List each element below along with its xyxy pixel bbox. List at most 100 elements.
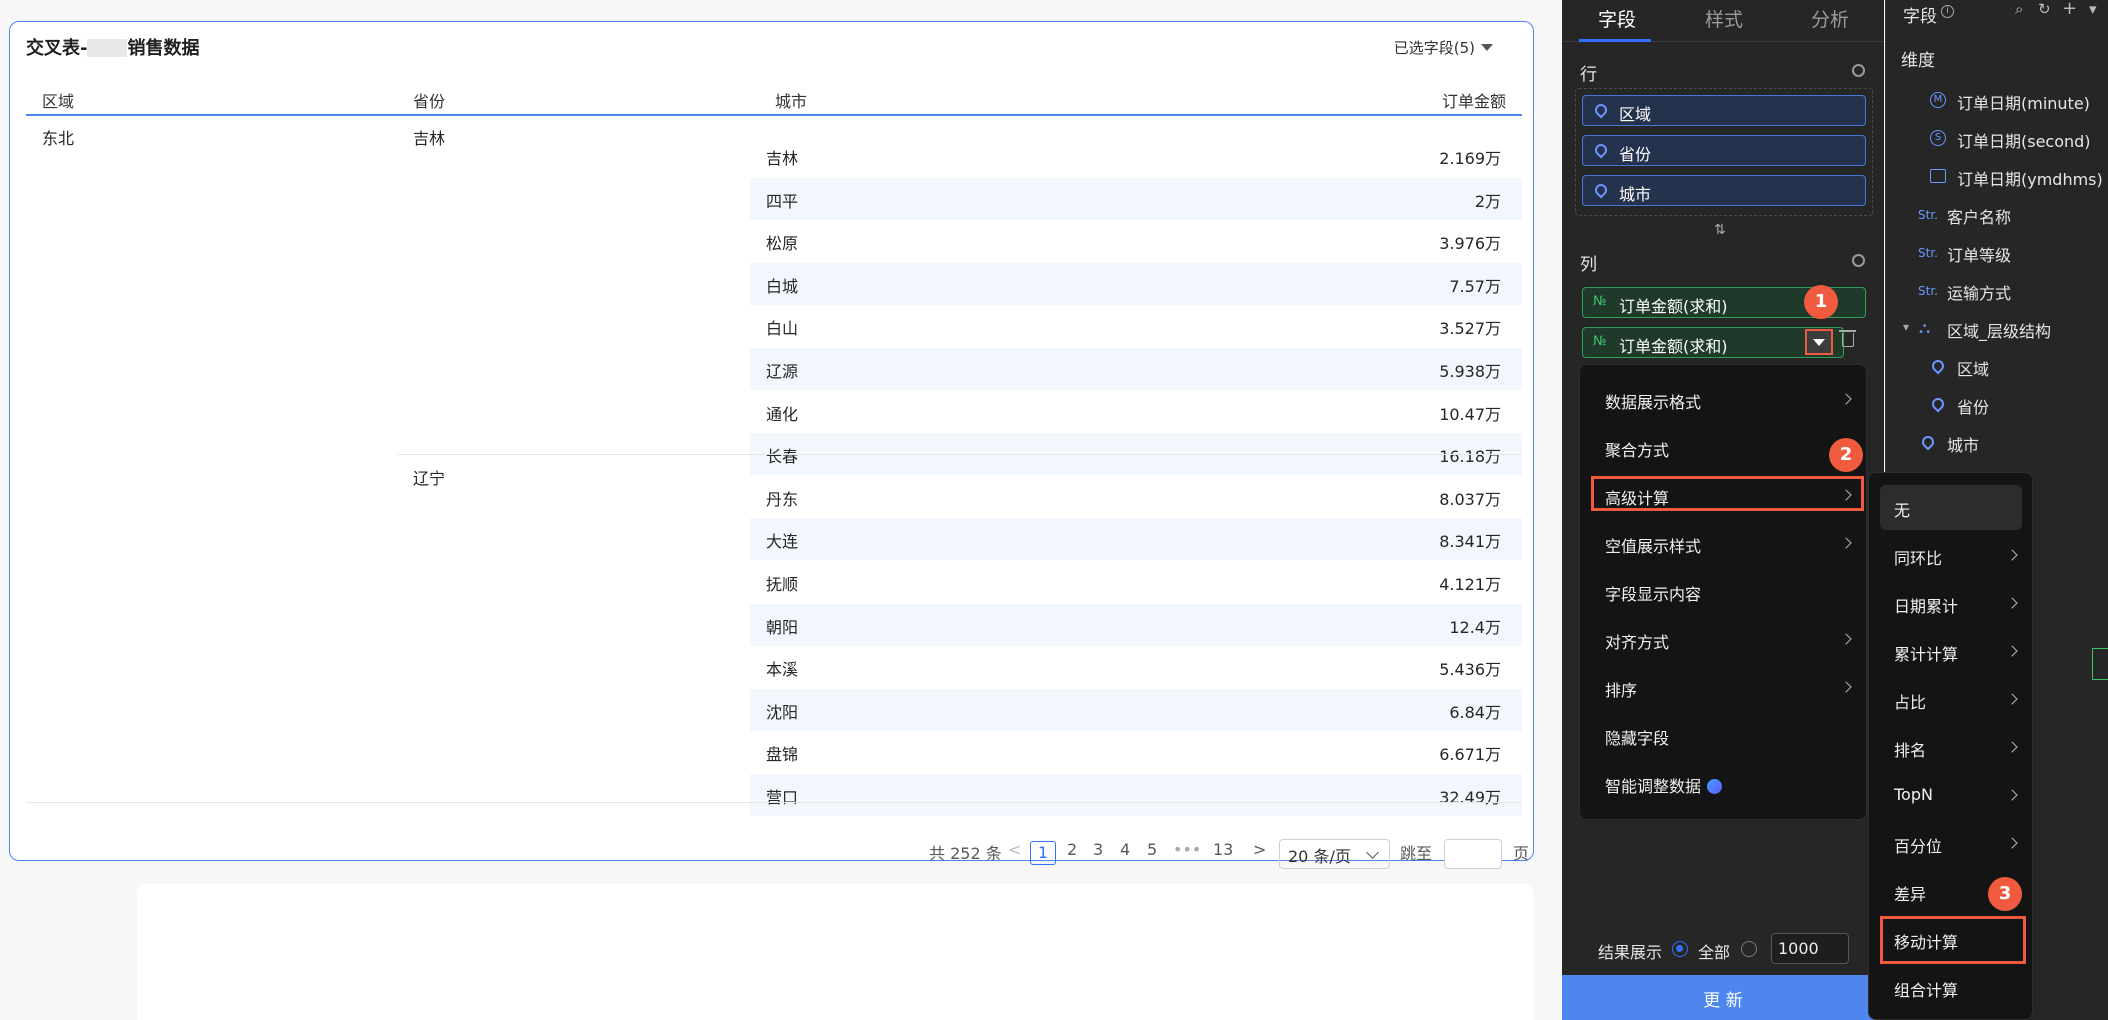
location-icon xyxy=(1929,395,1947,413)
menu-item-display-content[interactable]: 字段显示内容 xyxy=(1605,581,1701,605)
cell-amount: 3.527万 xyxy=(1439,319,1501,339)
selected-fields-dropdown[interactable]: 已选字段(5) xyxy=(1394,37,1493,58)
add-icon[interactable]: + xyxy=(2062,0,2077,19)
submenu-item-proportion[interactable]: 占比 xyxy=(1894,689,1926,713)
radio-all-label: 全部 xyxy=(1698,943,1731,962)
jump-page-input[interactable] xyxy=(1444,839,1502,869)
page-size-select[interactable]: 20 条/页 xyxy=(1279,839,1390,869)
menu-item-alignment[interactable]: 对齐方式 xyxy=(1605,629,1669,653)
menu-item-aggregation[interactable]: 聚合方式 xyxy=(1605,437,1669,461)
field-item[interactable]: 订单日期(minute) xyxy=(1957,90,2090,114)
table-row xyxy=(750,262,1522,305)
row-field-region[interactable]: 区域 xyxy=(1582,95,1866,126)
page-1-button[interactable]: 1 xyxy=(1030,841,1056,865)
field-item[interactable]: 订单日期(second) xyxy=(1957,128,2091,152)
table-row xyxy=(750,135,1522,177)
string-icon: Str. xyxy=(1918,246,1938,260)
submenu-item-yoy[interactable]: 同环比 xyxy=(1894,545,1942,569)
chevron-right-icon xyxy=(2006,789,2018,801)
number-icon: № xyxy=(1593,294,1607,309)
radio-limit[interactable] xyxy=(1741,941,1757,957)
cross-table-card: 交叉表- 销售数据 已选字段(5) 区域 省份 城市 订单金额 吉林 2.169万四… xyxy=(9,21,1534,869)
table-bottom-line xyxy=(26,802,1522,803)
submenu-item-difference[interactable]: 差异 xyxy=(1894,881,1926,905)
chevron-right-icon xyxy=(2006,549,2018,561)
info-icon[interactable]: i xyxy=(1941,5,1954,18)
field-item[interactable]: 运输方式 xyxy=(1947,280,2011,304)
refresh-icon[interactable]: ↻ xyxy=(2038,0,2051,18)
page-4-button[interactable]: 4 xyxy=(1120,840,1130,859)
submenu-item-date-cumulative[interactable]: 日期累计 xyxy=(1894,593,1958,617)
minute-icon: M xyxy=(1930,92,1946,108)
table-row xyxy=(750,646,1522,688)
tree-toggle-icon[interactable]: ▾ xyxy=(1903,320,1909,334)
field-item[interactable]: 订单日期(ymdhms) xyxy=(1957,166,2103,190)
update-button[interactable]: 更 新 xyxy=(1562,975,1884,1020)
field-item[interactable]: 省份 xyxy=(1957,394,1989,418)
row-field-city[interactable]: 城市 xyxy=(1582,175,1866,206)
tab-fields[interactable]: 字段 xyxy=(1598,5,1636,32)
page-5-button[interactable]: 5 xyxy=(1147,840,1157,859)
swap-rows-cols-icon[interactable]: ⇅ xyxy=(1714,222,1726,238)
trash-icon[interactable] xyxy=(1839,330,1856,347)
second-icon: S xyxy=(1930,130,1946,146)
jump-label: 跳至 xyxy=(1400,844,1433,863)
submenu-item-cumulative[interactable]: 累计计算 xyxy=(1894,641,1958,665)
field-item[interactable]: 客户名称 xyxy=(1947,204,2011,228)
search-icon[interactable]: ⌕ xyxy=(2015,0,2023,18)
field-context-menu: 数据展示格式 聚合方式 高级计算 空值展示样式 字段显示内容 对齐方式 排序 隐… xyxy=(1579,364,1867,820)
location-icon xyxy=(1929,357,1947,375)
cell-city: 本溪 xyxy=(766,660,799,680)
chevron-right-icon xyxy=(2006,837,2018,849)
next-page-button[interactable]: > xyxy=(1253,840,1266,859)
header-city: 城市 xyxy=(775,92,808,111)
cell-amount: 2.169万 xyxy=(1439,149,1501,168)
cell-province: 吉林 xyxy=(413,129,446,148)
field-dropdown-button[interactable] xyxy=(1805,329,1833,355)
gear-icon[interactable] xyxy=(1852,64,1865,77)
tab-style[interactable]: 样式 xyxy=(1705,5,1743,32)
location-icon xyxy=(1919,433,1937,451)
radio-all[interactable] xyxy=(1672,941,1688,957)
submenu-item-topn[interactable]: TopN xyxy=(1894,785,1933,804)
cell-city: 通化 xyxy=(766,404,799,424)
submenu-item-percentile[interactable]: 百分位 xyxy=(1894,833,1942,857)
menu-item-sort[interactable]: 排序 xyxy=(1605,677,1637,701)
page-3-button[interactable]: 3 xyxy=(1093,840,1103,859)
more-pages-icon[interactable]: ••• xyxy=(1173,840,1201,859)
jump-suffix: 页 xyxy=(1513,844,1530,863)
menu-item-display-format[interactable]: 数据展示格式 xyxy=(1605,389,1701,413)
cell-province: 辽宁 xyxy=(413,469,446,488)
columns-label: 列 xyxy=(1580,255,1597,275)
config-tabs: 字段 样式 分析 xyxy=(1562,0,1884,42)
submenu-item-combined-calc[interactable]: 组合计算 xyxy=(1894,977,1958,1001)
more-icon[interactable]: ▾ xyxy=(2089,0,2097,18)
hierarchy-icon: ⛬ xyxy=(1919,318,1931,337)
cell-amount: 4.121万 xyxy=(1439,575,1501,594)
menu-item-hide-field[interactable]: 隐藏字段 xyxy=(1605,725,1669,749)
tab-analysis[interactable]: 分析 xyxy=(1811,5,1849,32)
result-label: 结果展示 xyxy=(1598,943,1663,962)
menu-item-null-style[interactable]: 空值展示样式 xyxy=(1605,533,1701,557)
field-item[interactable]: 区域 xyxy=(1957,356,1989,380)
row-field-province[interactable]: 省份 xyxy=(1582,135,1866,166)
result-limit-input[interactable]: 1000 xyxy=(1771,933,1849,964)
cell-city: 白城 xyxy=(766,276,799,296)
chevron-down-icon xyxy=(1366,846,1379,859)
dimension-label: 维度 xyxy=(1901,51,1935,71)
cell-amount: 12.4万 xyxy=(1449,617,1501,637)
prev-page-button[interactable]: < xyxy=(1008,840,1021,859)
submenu-item-rank[interactable]: 排名 xyxy=(1894,737,1926,761)
page-13-button[interactable]: 13 xyxy=(1213,840,1233,859)
page-2-button[interactable]: 2 xyxy=(1067,840,1077,859)
table-row xyxy=(750,688,1522,731)
field-item[interactable]: 城市 xyxy=(1947,432,1979,456)
field-item[interactable]: 区域_层级结构 xyxy=(1947,318,2051,342)
submenu-item-none[interactable]: 无 xyxy=(1894,497,1910,521)
table-row xyxy=(750,476,1522,518)
gear-icon[interactable] xyxy=(1852,254,1865,267)
menu-item-smart-adjust[interactable]: 智能调整数据 xyxy=(1605,773,1723,797)
field-item[interactable]: 订单等级 xyxy=(1947,242,2011,266)
table-row xyxy=(750,731,1522,773)
table-row xyxy=(750,348,1522,390)
